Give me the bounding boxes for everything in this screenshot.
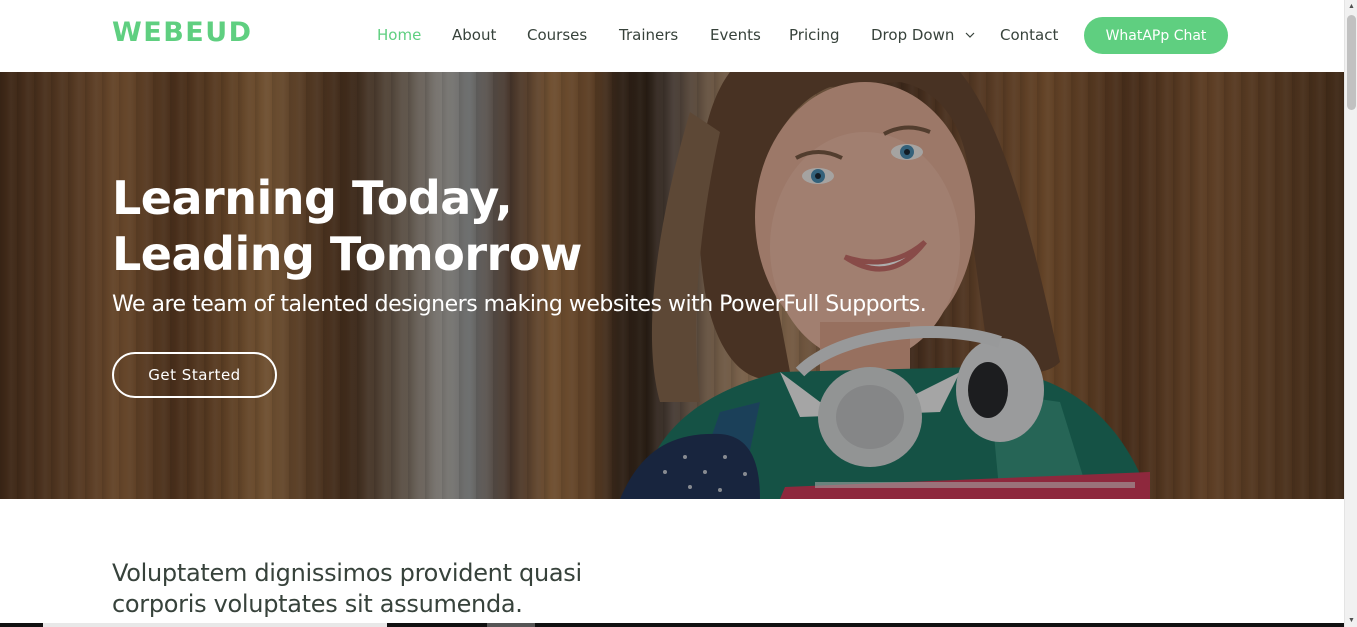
nav-item-dropdown[interactable]: Drop Down [871, 26, 975, 44]
scrollbar-thumb[interactable] [1347, 15, 1356, 110]
nav-item-home[interactable]: Home [377, 26, 421, 44]
whatsapp-chat-button[interactable]: WhatAPp Chat [1084, 17, 1228, 54]
nav-item-events[interactable]: Events [710, 26, 761, 44]
scroll-up-arrow-icon[interactable]: ▲ [1345, 0, 1357, 13]
nav-item-dropdown-label: Drop Down [871, 26, 955, 44]
bottom-strip-segment [43, 623, 387, 627]
scroll-down-arrow-icon[interactable]: ▼ [1345, 614, 1357, 627]
nav-item-pricing[interactable]: Pricing [789, 26, 840, 44]
nav-item-contact[interactable]: Contact [1000, 26, 1058, 44]
page-scrollbar[interactable]: ▲ ▼ [1344, 0, 1357, 627]
hero-overlay [0, 72, 1344, 499]
hero-title-line-1: Learning Today, [112, 171, 513, 225]
bottom-edge-strip [0, 623, 1344, 627]
site-header: WEBEUD Home About Courses Trainers Event… [0, 0, 1344, 72]
hero-title: Learning Today, Leading Tomorrow [112, 170, 712, 282]
about-intro-text: Voluptatem dignissimos provident quasi c… [112, 559, 582, 618]
nav-item-about[interactable]: About [452, 26, 496, 44]
site-logo[interactable]: WEBEUD [112, 17, 253, 48]
hero-section: Learning Today, Leading Tomorrow We are … [0, 72, 1344, 499]
hero-subtitle: We are team of talented designers making… [112, 292, 927, 317]
nav-item-courses[interactable]: Courses [527, 26, 587, 44]
nav-item-trainers[interactable]: Trainers [619, 26, 678, 44]
hero-title-line-2: Leading Tomorrow [112, 227, 582, 281]
get-started-button[interactable]: Get Started [112, 352, 277, 398]
chevron-down-icon [965, 32, 975, 38]
bottom-strip-segment [0, 623, 43, 627]
bottom-strip-segment [487, 623, 535, 627]
